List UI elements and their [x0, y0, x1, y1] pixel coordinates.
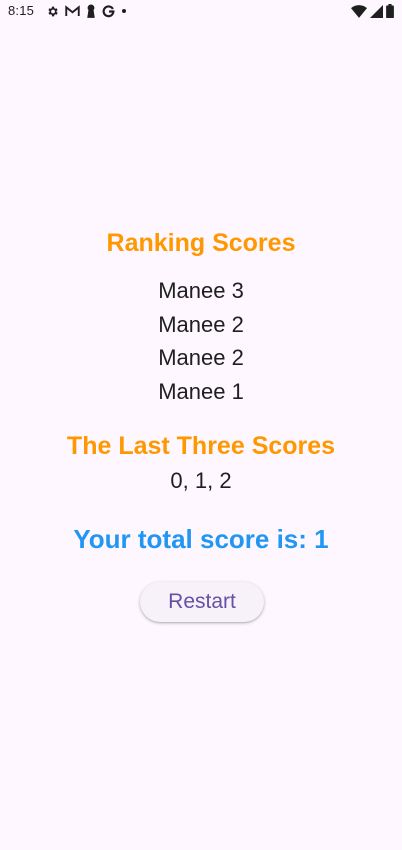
ranking-list: Manee 3 Manee 2 Manee 2 Manee 1 — [0, 274, 402, 408]
status-notification-icons — [46, 4, 127, 18]
last-three-scores-title: The Last Three Scores — [66, 432, 336, 460]
google-icon — [102, 4, 115, 18]
restart-button[interactable]: Restart — [140, 582, 264, 622]
ranking-item: Manee 2 — [158, 311, 244, 337]
settings-icon — [46, 4, 59, 18]
dot-icon — [121, 4, 127, 18]
gmail-icon — [65, 4, 80, 18]
ranking-scores-title: Ranking Scores — [106, 229, 296, 257]
total-score-text: Your total score is: 1 — [73, 524, 329, 554]
ranking-item: Manee 1 — [158, 378, 244, 404]
ranking-item: Manee 3 — [158, 278, 244, 303]
status-system-icons — [351, 4, 394, 23]
keyhole-icon — [86, 4, 96, 18]
last-three-scores-values: 0, 1, 2 — [170, 468, 232, 493]
ranking-item: Manee 2 — [158, 345, 244, 370]
status-time: 8:15 — [8, 3, 35, 18]
battery-icon — [386, 4, 394, 23]
signal-icon — [370, 4, 383, 23]
wifi-icon — [351, 4, 367, 23]
status-bar: 8:15 — [0, 0, 402, 24]
